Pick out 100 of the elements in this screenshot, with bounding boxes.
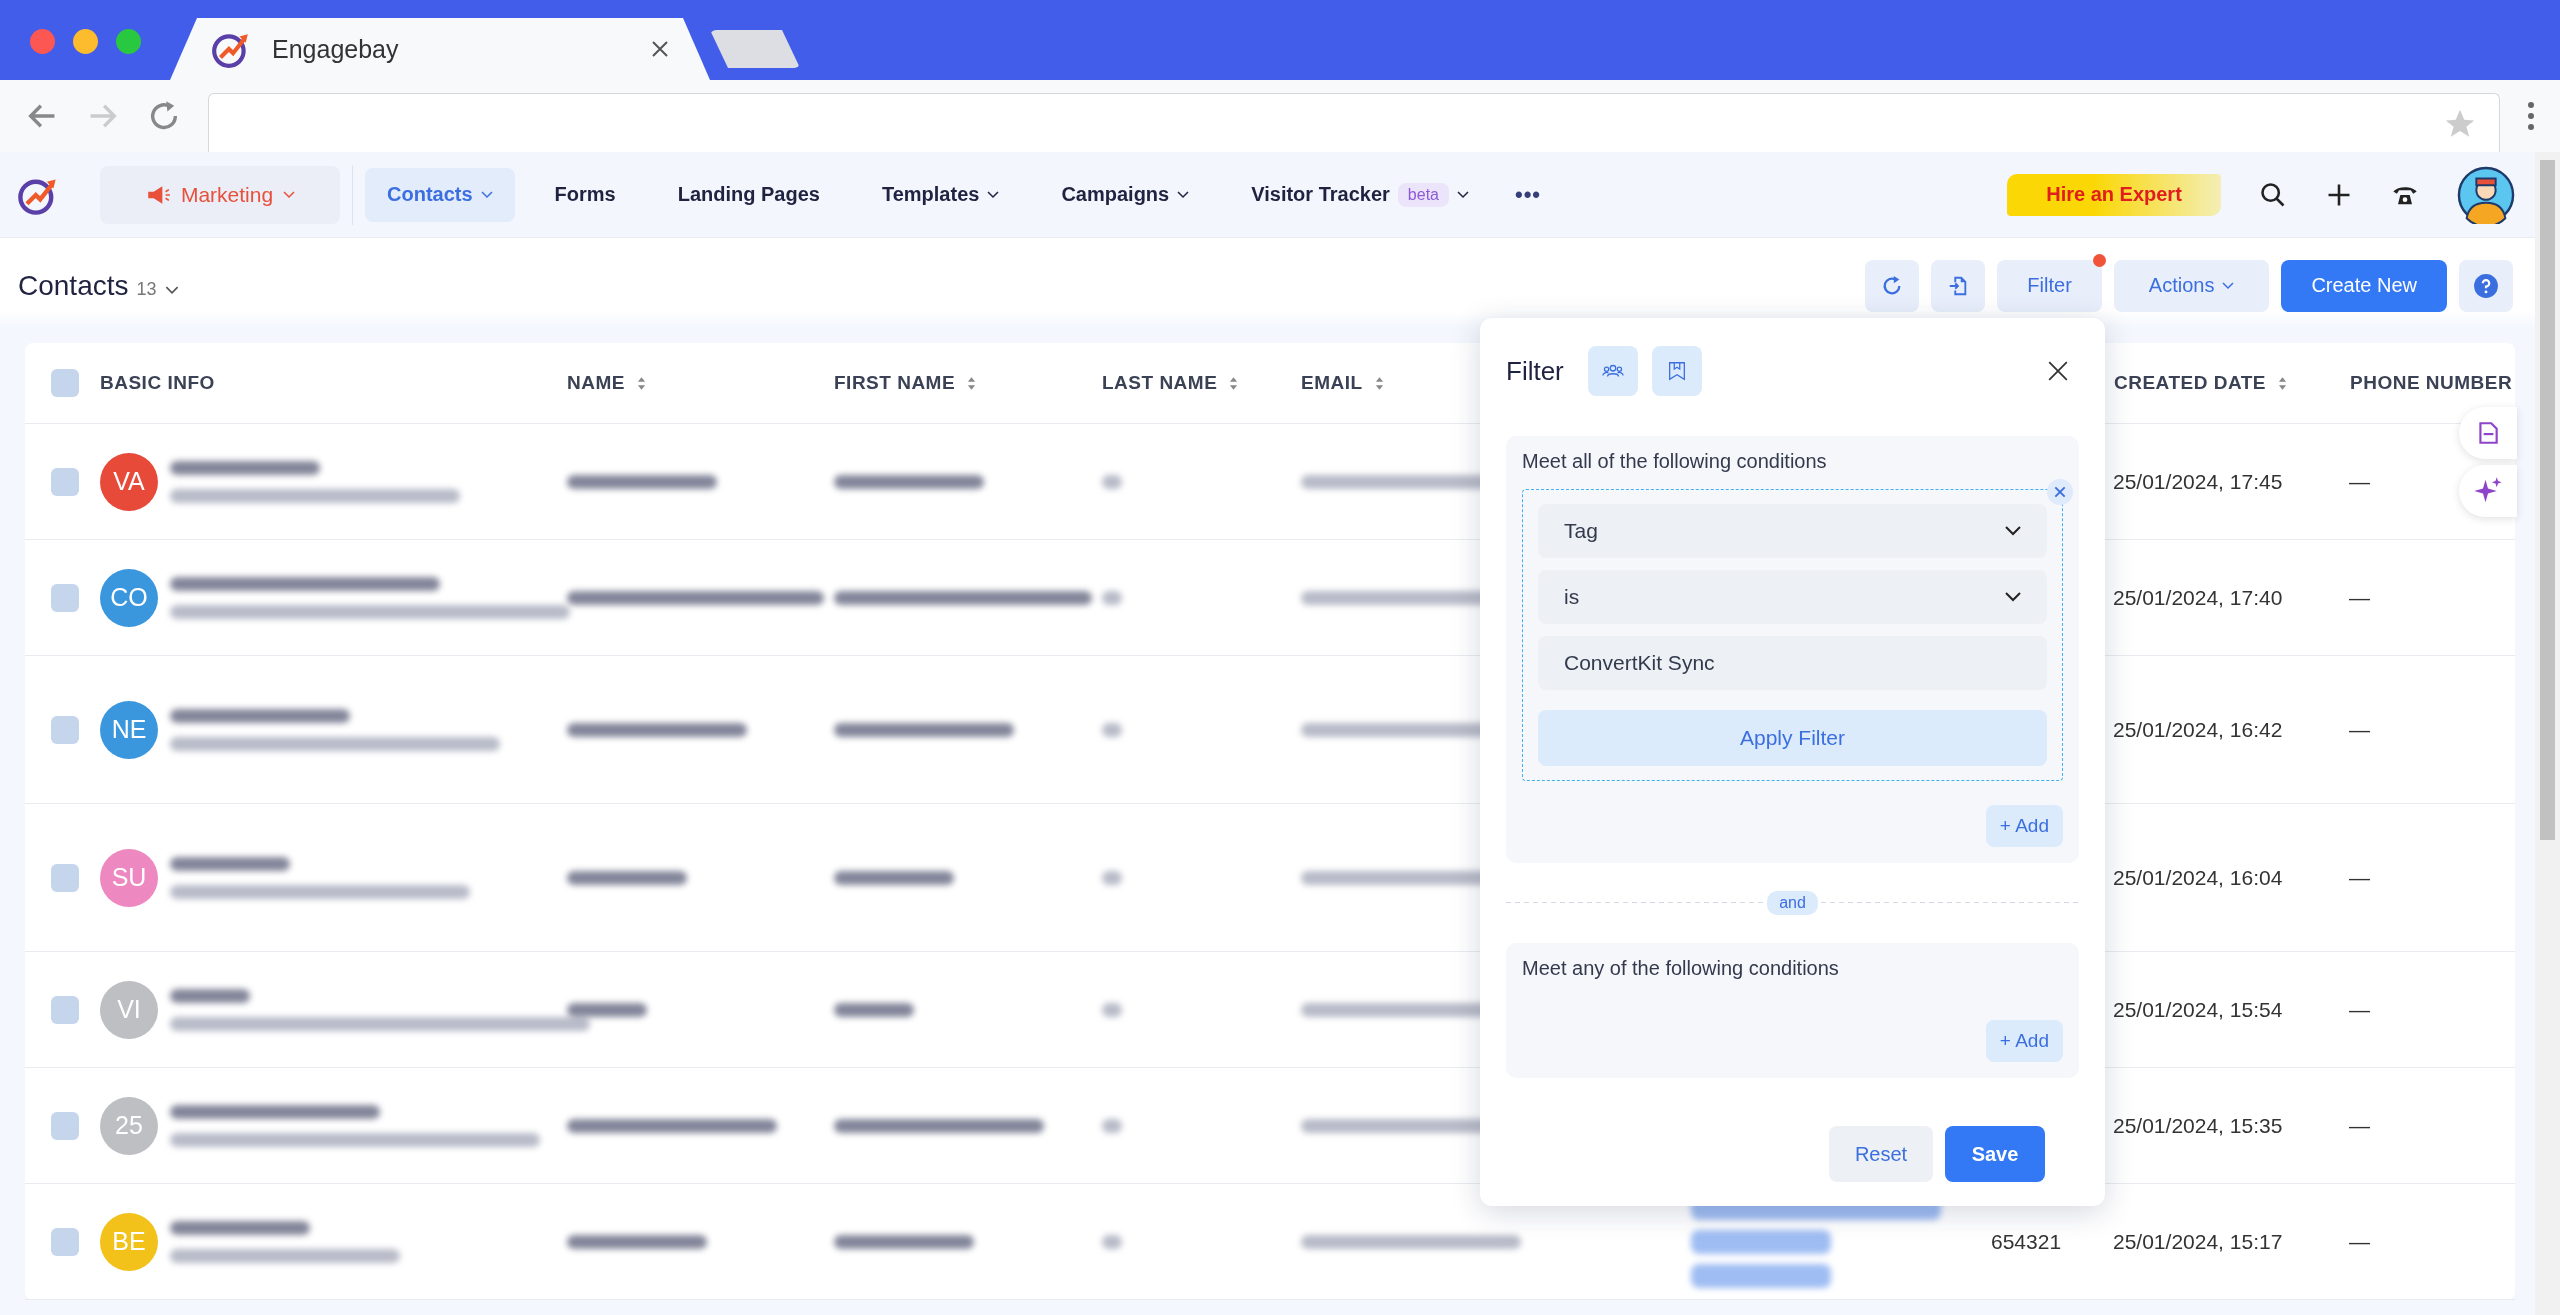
created-date-cell: 25/01/2024, 17:40 [2113,585,2283,610]
row-checkbox[interactable] [51,863,79,892]
row-checkbox[interactable] [51,995,79,1024]
notes-button[interactable] [2459,407,2517,459]
field-select[interactable]: Tag [1538,504,2047,558]
close-icon[interactable] [2047,360,2069,382]
chevron-down-icon [283,190,296,199]
more-button[interactable]: ••• [1508,180,1548,209]
created-date-cell: 25/01/2024, 15:17 [2113,1229,2283,1254]
contact-count: 13 [136,278,157,300]
table-cell: 654321 [1991,1229,2062,1254]
phone-cell: — [2349,585,2370,610]
blurred-text [1102,722,1122,737]
blurred-text [1102,474,1122,489]
created-date-cell: 25/01/2024, 16:42 [2113,717,2283,742]
filter-button[interactable]: Filter [1997,259,2102,312]
nav-tab[interactable]: Campaigns [1039,167,1212,222]
scrollbar-thumb[interactable] [2540,160,2555,840]
saved-filter-button[interactable] [1651,346,1702,396]
sort-icon[interactable] [636,375,646,391]
chevron-down-icon [480,190,493,199]
help-icon [2473,272,2499,299]
contacts-filter-button[interactable] [1587,346,1638,396]
row-checkbox[interactable] [51,1111,79,1140]
blurred-text [1102,870,1122,885]
maximize-window-dot[interactable] [116,29,141,54]
and-badge: and [1767,891,1818,915]
remove-condition-icon[interactable] [2046,478,2074,506]
nav-tab[interactable]: Visitor Tracker beta [1229,167,1491,222]
phone-cell: — [2349,997,2370,1022]
refresh-button[interactable] [1865,259,1920,312]
group-title: Meet all of the following conditions [1522,450,1828,473]
save-button[interactable]: Save [1945,1126,2045,1182]
close-window-dot[interactable] [30,29,55,54]
created-date-cell: 25/01/2024, 16:04 [2113,865,2283,890]
sort-icon[interactable] [2278,375,2288,391]
value-field[interactable]: ConvertKit Sync [1538,636,2047,690]
import-button[interactable] [1931,259,1986,312]
apply-filter-button[interactable]: Apply Filter [1538,710,2047,766]
contact-avatar: 25 [100,1096,158,1155]
scrollbar[interactable] [2535,152,2560,1315]
column-header[interactable]: LAST NAME [1102,372,1218,394]
panel-title: Filter [1506,355,1564,387]
column-header[interactable]: FIRST NAME [834,372,956,394]
contact-avatar: CO [100,568,158,627]
actions-button[interactable]: Actions [2113,259,2270,312]
help-button[interactable] [2459,259,2513,312]
row-checkbox[interactable] [51,1227,79,1256]
nav-tab[interactable]: Forms [532,167,638,222]
nav-tab[interactable]: Templates [859,167,1022,222]
phone-cell: — [2349,717,2370,742]
phone-cell: — [2349,469,2370,494]
nav-tab[interactable]: Contacts [365,167,515,222]
close-icon[interactable] [650,39,670,59]
user-avatar-icon[interactable] [2457,165,2515,224]
create-new-button[interactable]: Create New [2281,259,2447,312]
blurred-text [1102,1118,1122,1133]
row-checkbox[interactable] [51,467,79,496]
select-all-checkbox[interactable] [51,369,79,397]
chevron-down-icon[interactable] [164,285,179,295]
ai-sparkle-button[interactable] [2459,465,2517,517]
chevron-down-icon [1177,190,1190,199]
contact-avatar: BE [100,1212,158,1271]
chevron-down-icon [987,190,1000,199]
column-header[interactable]: EMAIL [1301,372,1363,394]
more-vertical-icon[interactable] [2527,100,2535,132]
search-icon[interactable] [2259,180,2287,209]
tab-title: Engagebay [272,34,400,64]
sort-icon[interactable] [1229,375,1239,391]
created-date-cell: 25/01/2024, 15:54 [2113,997,2283,1022]
operator-select[interactable]: is [1538,570,2047,624]
chevron-down-icon [2222,281,2235,290]
created-date-cell: 25/01/2024, 17:45 [2113,469,2283,494]
blurred-text [1102,590,1122,605]
column-header[interactable]: NAME [567,372,625,394]
column-header: PHONE NUMBER [2350,372,2513,394]
add-condition-button[interactable]: + Add [1985,1020,2063,1062]
sort-icon[interactable] [1374,375,1384,391]
chevron-down-icon [1456,190,1469,199]
column-header: BASIC INFO [100,372,215,394]
contact-avatar: SU [100,848,158,907]
group-title: Meet any of the following conditions [1522,957,1840,980]
sort-icon[interactable] [967,375,977,391]
chevron-down-icon [2005,592,2021,602]
blurred-text [1102,1234,1122,1249]
chevron-down-icon [2005,526,2021,536]
contact-avatar: VI [100,980,158,1039]
minimize-window-dot[interactable] [73,29,98,54]
reset-button[interactable]: Reset [1829,1126,1933,1182]
nav-tab[interactable]: Landing Pages [655,167,842,222]
phone-cell: — [2349,1229,2370,1254]
column-header[interactable]: CREATED DATE [2114,372,2267,394]
contact-avatar: NE [100,700,158,759]
row-checkbox[interactable] [51,583,79,612]
row-checkbox[interactable] [51,715,79,744]
browser-tab[interactable]: Engagebay [170,18,710,80]
phone-cell: — [2349,1113,2370,1138]
add-condition-button[interactable]: + Add [1985,805,2063,847]
page-title: Contacts [18,269,129,302]
blurred-text [1102,1002,1122,1017]
